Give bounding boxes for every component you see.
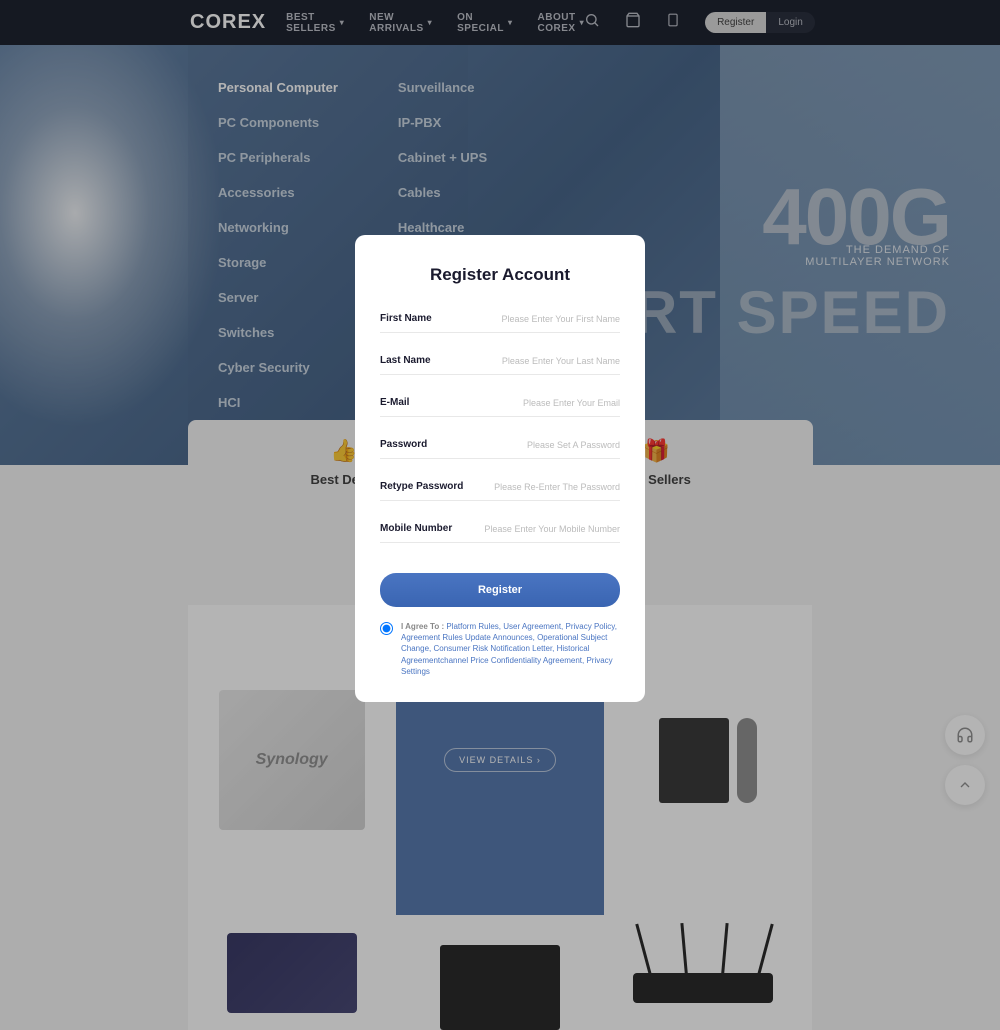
field-password: Password	[380, 439, 620, 459]
agree-row: I Agree To : Platform Rules, User Agreem…	[380, 621, 620, 677]
field-email: E-Mail	[380, 397, 620, 417]
mobile-input[interactable]	[480, 524, 620, 534]
agree-text: I Agree To : Platform Rules, User Agreem…	[401, 621, 620, 677]
agree-radio[interactable]	[380, 622, 393, 635]
field-retype-password: Retype Password	[380, 481, 620, 501]
first-name-input[interactable]	[480, 314, 620, 324]
field-mobile: Mobile Number	[380, 523, 620, 543]
field-label: First Name	[380, 313, 432, 324]
field-label: Retype Password	[380, 481, 463, 492]
field-label: E-Mail	[380, 397, 409, 408]
register-submit-button[interactable]: Register	[380, 573, 620, 607]
field-label: Mobile Number	[380, 523, 452, 534]
register-modal: Register Account First Name Last Name E-…	[355, 235, 645, 702]
email-input[interactable]	[480, 398, 620, 408]
field-last-name: Last Name	[380, 355, 620, 375]
field-label: Last Name	[380, 355, 431, 366]
last-name-input[interactable]	[480, 356, 620, 366]
field-label: Password	[380, 439, 427, 450]
field-first-name: First Name	[380, 313, 620, 333]
modal-title: Register Account	[380, 265, 620, 285]
retype-password-input[interactable]	[480, 482, 620, 492]
password-input[interactable]	[480, 440, 620, 450]
